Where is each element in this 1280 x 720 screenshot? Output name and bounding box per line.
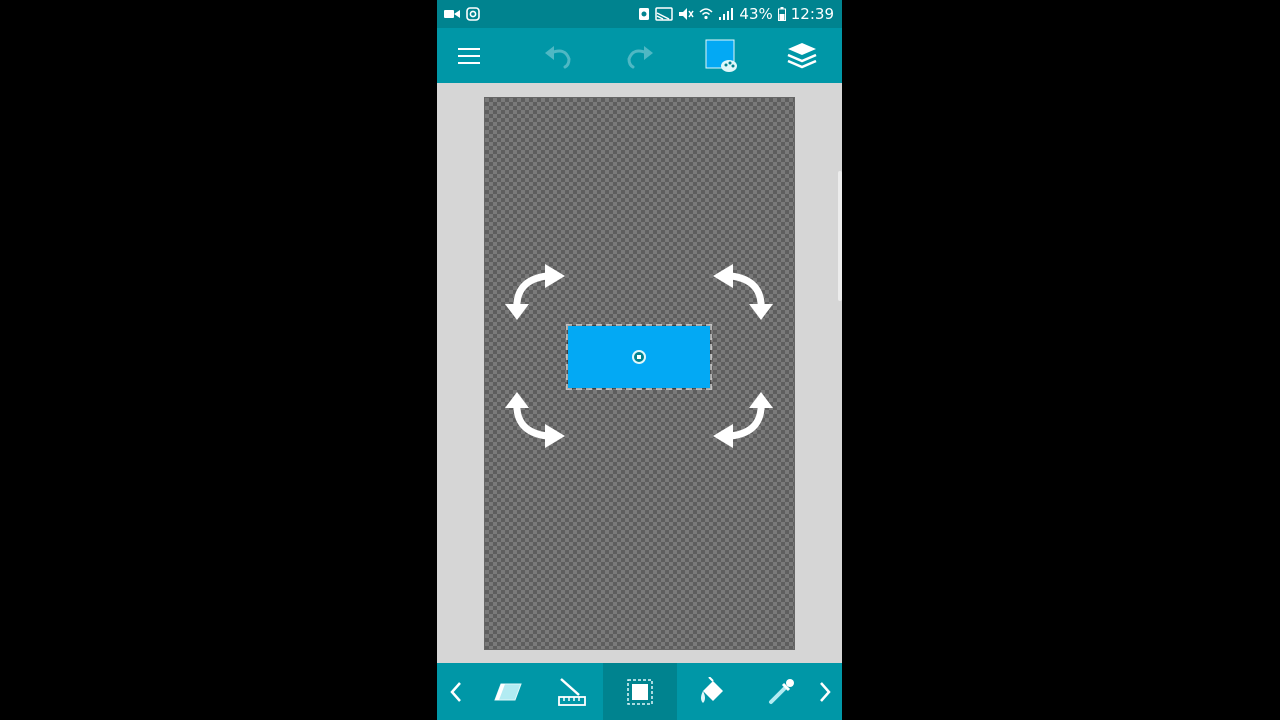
fill-tool-button[interactable]	[677, 663, 747, 720]
menu-button[interactable]	[441, 28, 497, 83]
ruler-tool-button[interactable]	[541, 663, 603, 720]
color-button[interactable]	[693, 28, 749, 83]
selection-rectangle[interactable]	[566, 324, 712, 390]
scroll-left-button[interactable]	[441, 663, 471, 720]
wifi-icon	[699, 8, 713, 20]
layers-button[interactable]	[774, 28, 830, 83]
signal-icon	[719, 8, 734, 20]
menu-icon	[458, 47, 480, 64]
rotate-arrow-icon[interactable]	[503, 258, 569, 324]
rotate-arrow-icon[interactable]	[709, 258, 775, 324]
eyedropper-tool-button[interactable]	[747, 663, 815, 720]
phone-screen: 43% 12:39	[437, 0, 842, 720]
video-camera-icon	[444, 10, 460, 18]
selection-icon	[627, 678, 653, 705]
cast-icon	[655, 7, 674, 21]
color-palette-icon	[705, 39, 737, 72]
undo-button[interactable]	[530, 28, 586, 83]
selection-center-handle[interactable]	[632, 350, 646, 364]
rotate-arrow-icon[interactable]	[503, 388, 569, 454]
chevron-left-icon	[450, 681, 461, 702]
status-bar: 43% 12:39	[437, 0, 842, 28]
sync-icon	[639, 8, 650, 20]
mute-icon	[679, 8, 695, 20]
eraser-tool-button[interactable]	[475, 663, 541, 720]
eraser-icon	[494, 683, 522, 700]
rotate-arrow-icon[interactable]	[709, 388, 775, 454]
chevron-right-icon	[820, 681, 831, 702]
battery-percent: 43%	[739, 5, 773, 23]
layers-icon	[787, 42, 817, 68]
clock: 12:39	[790, 5, 834, 23]
scroll-handle[interactable]	[838, 171, 842, 301]
fill-bucket-icon	[701, 676, 723, 703]
drawing-canvas[interactable]	[484, 97, 795, 650]
bottom-toolbar	[437, 663, 842, 720]
eyedropper-icon	[769, 678, 794, 704]
status-right: 43% 12:39	[638, 5, 842, 23]
selection-tool-button[interactable]	[603, 663, 677, 720]
instagram-icon	[466, 7, 480, 21]
redo-icon	[627, 45, 653, 68]
scroll-right-button[interactable]	[811, 663, 839, 720]
undo-icon	[545, 45, 571, 68]
ruler-icon	[558, 677, 586, 706]
status-left	[437, 7, 480, 21]
canvas-workspace[interactable]	[437, 83, 842, 663]
battery-icon	[777, 7, 786, 21]
top-toolbar	[437, 28, 842, 83]
redo-button[interactable]	[612, 28, 668, 83]
